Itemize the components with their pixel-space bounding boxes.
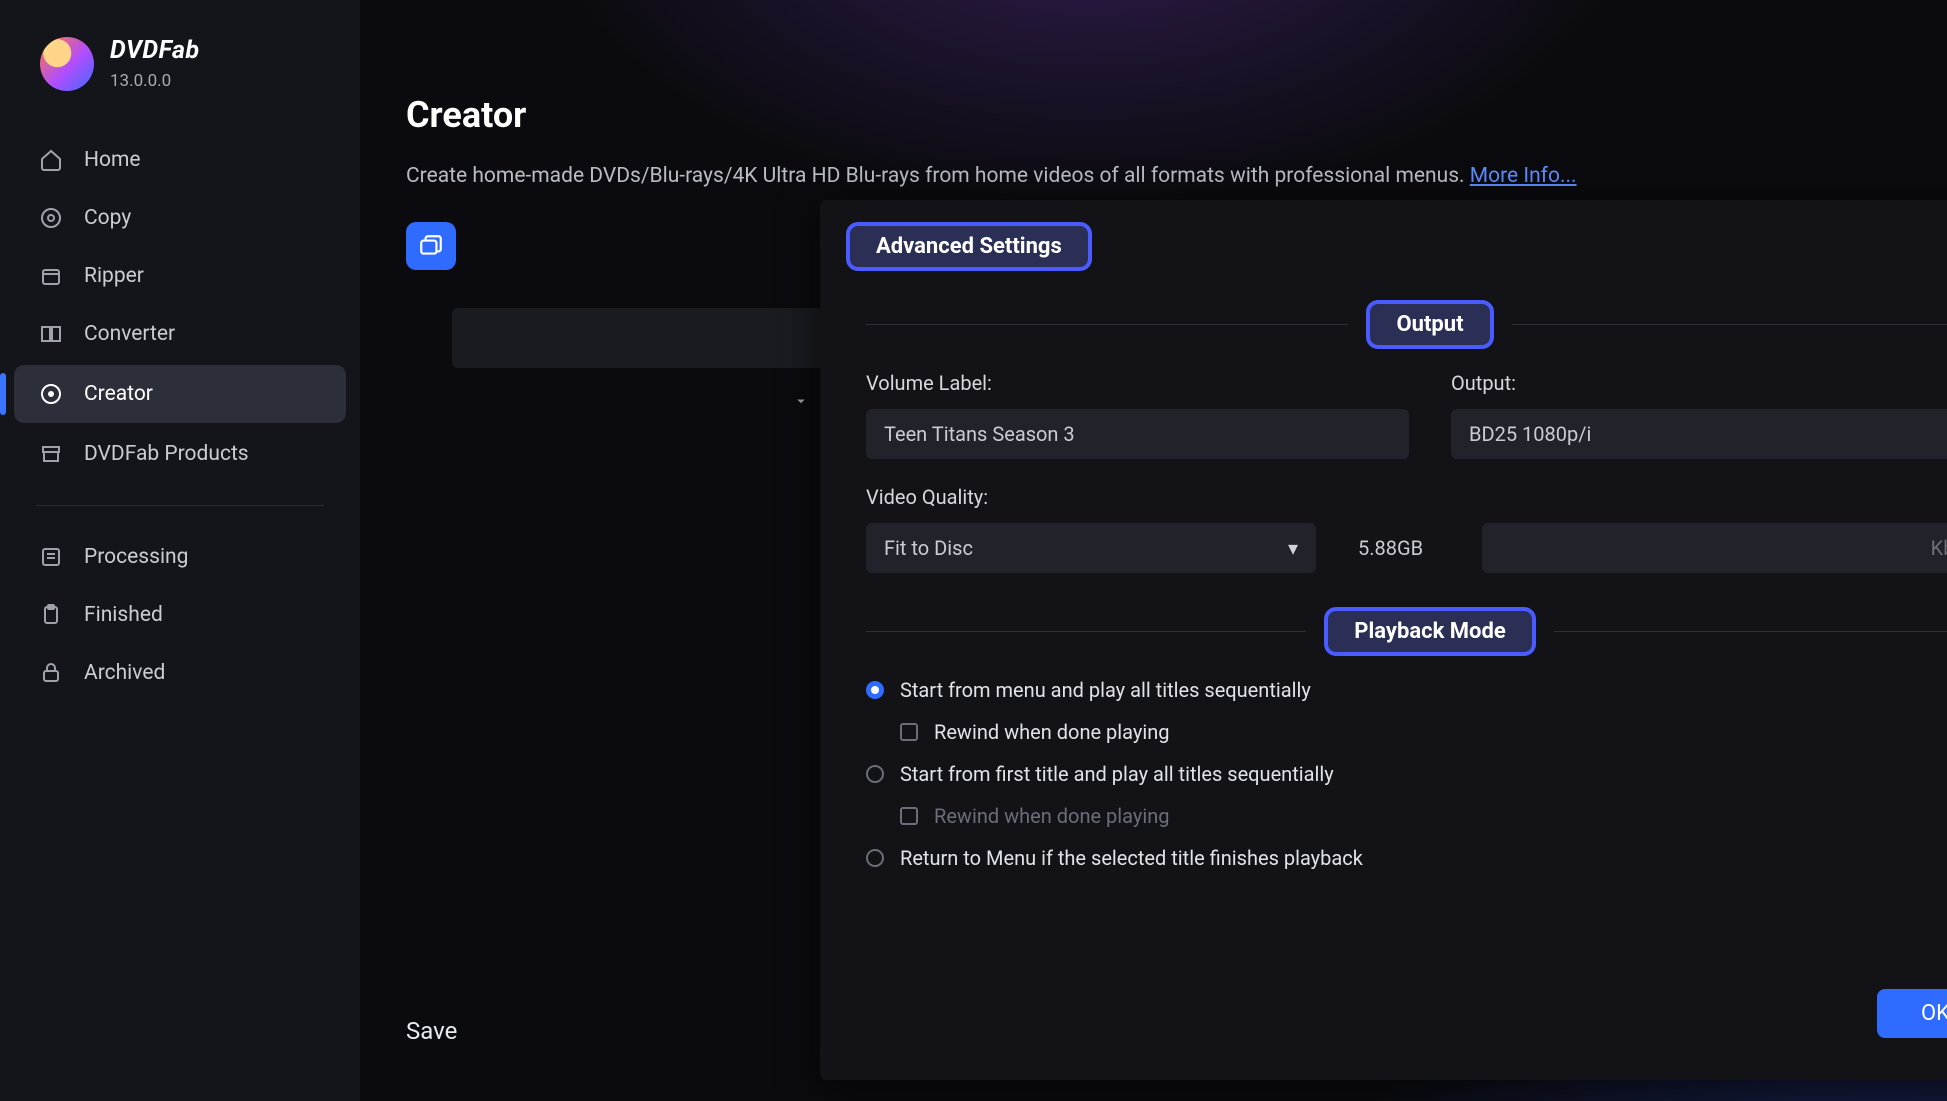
- playback-opt3-label: Return to Menu if the selected title fin…: [900, 846, 1363, 870]
- section-header-playback: Playback Mode: [1324, 607, 1535, 656]
- list-icon: [38, 544, 64, 570]
- video-quality-select[interactable]: Fit to Disc ▾: [866, 523, 1316, 573]
- playback-opt2-rewind-label: Rewind when done playing: [934, 804, 1170, 828]
- target-icon: [38, 205, 64, 231]
- vq-size-value: 5.88GB: [1358, 536, 1440, 560]
- playback-opt1-rewind[interactable]: Rewind when done playing: [866, 720, 1947, 744]
- app-logo-icon: [40, 37, 94, 91]
- output-lbl: Output:: [1451, 371, 1947, 395]
- sidebar-item-archived[interactable]: Archived: [0, 644, 360, 702]
- sidebar-item-label: Finished: [84, 603, 163, 627]
- playback-opt3[interactable]: Return to Menu if the selected title fin…: [866, 846, 1947, 870]
- sidebar-item-creator[interactable]: Creator: [14, 365, 346, 423]
- playback-opt2-rewind: Rewind when done playing: [866, 804, 1947, 828]
- sidebar-item-home[interactable]: Home: [0, 131, 360, 189]
- lock-icon: [38, 660, 64, 686]
- playback-opt1-label: Start from menu and play all titles sequ…: [900, 678, 1311, 702]
- advanced-settings-modal: Advanced Settings ✕ Output Volume Label:…: [820, 200, 1947, 1080]
- sidebar-item-label: Converter: [84, 322, 175, 346]
- sidebar-item-label: Ripper: [84, 264, 144, 288]
- bitrate-input[interactable]: Kbps: [1482, 523, 1947, 573]
- bitrate-unit: Kbps: [1931, 536, 1947, 560]
- sidebar-item-label: Archived: [84, 661, 165, 685]
- modal-ok-button[interactable]: OK: [1877, 989, 1947, 1038]
- video-quality-value: Fit to Disc: [884, 536, 973, 560]
- sidebar-separator: [36, 505, 324, 506]
- playback-opt3-radio[interactable]: [866, 849, 884, 867]
- sidebar: DVDFab 13.0.0.0 Home Copy Ripper Convert…: [0, 0, 360, 1101]
- panel-icon: [38, 321, 64, 347]
- disc-icon: [38, 381, 64, 407]
- volume-label-lbl: Volume Label:: [866, 371, 1409, 395]
- sidebar-item-label: Creator: [84, 382, 153, 406]
- modal-title: Advanced Settings: [846, 222, 1092, 271]
- sidebar-item-ripper[interactable]: Ripper: [0, 247, 360, 305]
- sidebar-item-label: Home: [84, 148, 141, 172]
- save-to-label: Save: [406, 1017, 457, 1045]
- logo-block: DVDFab 13.0.0.0: [0, 0, 360, 123]
- chevron-down-icon: ▾: [1288, 536, 1298, 560]
- archive-icon: [38, 441, 64, 467]
- sidebar-item-converter[interactable]: Converter: [0, 305, 360, 363]
- playback-opt2-rewind-chk: [900, 807, 918, 825]
- playback-opt1-rewind-chk[interactable]: [900, 723, 918, 741]
- playback-opt1-rewind-label: Rewind when done playing: [934, 720, 1170, 744]
- playback-opt2[interactable]: Start from first title and play all titl…: [866, 762, 1947, 786]
- playback-opt2-radio[interactable]: [866, 765, 884, 783]
- output-select[interactable]: BD25 1080p/i▾: [1451, 409, 1947, 459]
- playback-opt2-label: Start from first title and play all titl…: [900, 762, 1334, 786]
- volume-label-input[interactable]: Teen Titans Season 3: [866, 409, 1409, 459]
- page-description-text: Create home-made DVDs/Blu-rays/4K Ultra …: [406, 164, 1470, 188]
- add-source-button[interactable]: [406, 222, 456, 270]
- sidebar-item-finished[interactable]: Finished: [0, 586, 360, 644]
- sidebar-item-copy[interactable]: Copy: [0, 189, 360, 247]
- sidebar-item-products[interactable]: DVDFab Products: [0, 425, 360, 483]
- app-version: 13.0.0.0: [110, 71, 200, 91]
- row-collapse-caret-icon[interactable]: [792, 392, 810, 410]
- video-quality-lbl: Video Quality:: [866, 485, 1947, 509]
- sidebar-item-label: Processing: [84, 545, 188, 569]
- sidebar-item-processing[interactable]: Processing: [0, 528, 360, 586]
- sidebar-item-label: DVDFab Products: [84, 442, 249, 466]
- page-title: Creator: [406, 94, 1901, 136]
- more-info-link[interactable]: More Info...: [1470, 164, 1577, 188]
- home-icon: [38, 147, 64, 173]
- output-value: BD25 1080p/i: [1469, 422, 1591, 446]
- app-name: DVDFab: [110, 36, 200, 65]
- playback-opt1-radio[interactable]: [866, 681, 884, 699]
- section-header-output: Output: [1366, 300, 1493, 349]
- page-description: Create home-made DVDs/Blu-rays/4K Ultra …: [406, 164, 1901, 188]
- main-area: Creator Create home-made DVDs/Blu-rays/4…: [360, 0, 1947, 1101]
- volume-label-value: Teen Titans Season 3: [884, 422, 1075, 446]
- clipboard-icon: [38, 602, 64, 628]
- playback-opt1[interactable]: Start from menu and play all titles sequ…: [866, 678, 1947, 702]
- sidebar-item-label: Copy: [84, 206, 131, 230]
- box-icon: [38, 263, 64, 289]
